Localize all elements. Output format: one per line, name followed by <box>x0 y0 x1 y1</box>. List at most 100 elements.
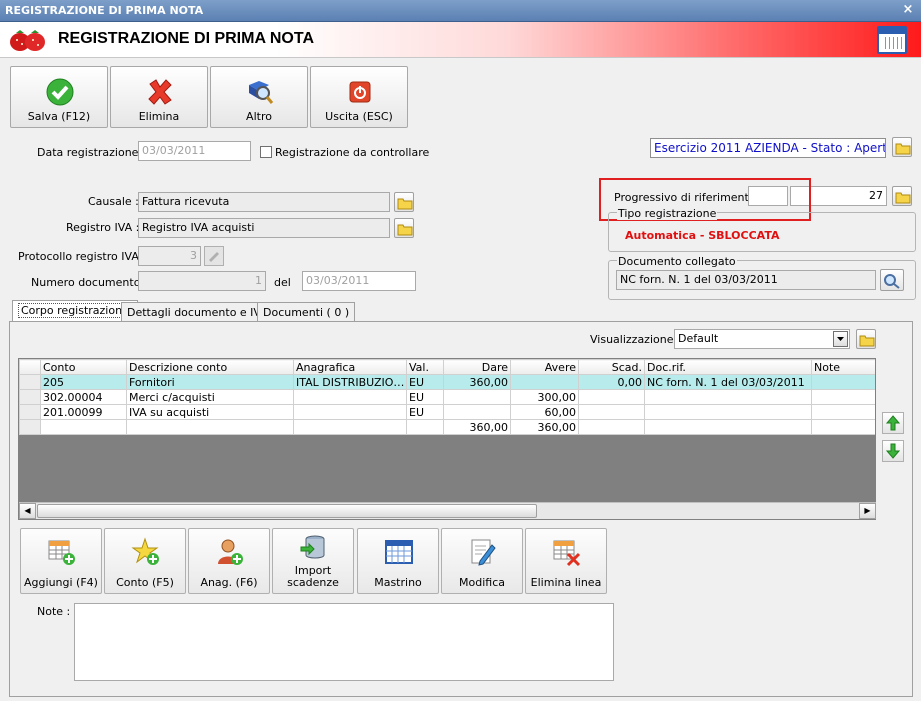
registro-iva-field[interactable]: Registro IVA acquisti <box>138 218 390 238</box>
causale-folder-button[interactable] <box>394 192 414 212</box>
table-cell[interactable] <box>443 389 511 405</box>
anag-button[interactable]: Anag. (F6) <box>188 528 270 594</box>
protocollo-edit-button[interactable] <box>204 246 224 266</box>
column-header[interactable]: Note <box>811 359 875 375</box>
scroll-right-icon[interactable]: ▶ <box>859 503 876 519</box>
modifica-label: Modifica <box>459 576 505 589</box>
table-cell[interactable]: NC forn. N. 1 del 03/03/2011 <box>644 374 812 390</box>
da-controllare-checkbox[interactable] <box>260 146 272 158</box>
table-cell[interactable] <box>578 404 645 420</box>
column-header[interactable]: Avere <box>510 359 579 375</box>
scroll-thumb[interactable] <box>37 504 537 518</box>
edit-icon <box>209 252 219 262</box>
table-cell[interactable]: Merci c/acquisti <box>126 389 294 405</box>
table-cell[interactable] <box>811 389 875 405</box>
table-cell[interactable]: 302.00004 <box>40 389 127 405</box>
table-totals-row: 360,00 360,00 <box>19 419 875 435</box>
row-selector-header <box>19 359 41 375</box>
table-cell[interactable]: 205 <box>40 374 127 390</box>
column-header[interactable]: Doc.rif. <box>644 359 812 375</box>
visualizzazione-folder-button[interactable] <box>856 329 876 349</box>
tab-documenti[interactable]: Documenti ( 0 ) <box>257 302 356 322</box>
table-cell[interactable] <box>578 389 645 405</box>
progressivo-folder-button[interactable] <box>892 186 912 206</box>
protocollo-field[interactable]: 3 <box>138 246 201 266</box>
table-cell[interactable]: Fornitori <box>126 374 294 390</box>
table-cell[interactable] <box>644 404 812 420</box>
table-cell[interactable]: 60,00 <box>510 404 579 420</box>
table-cell[interactable] <box>293 389 407 405</box>
column-header[interactable]: Descrizione conto <box>126 359 294 375</box>
table-cell[interactable]: ITAL DISTRIBUZIO… <box>293 374 407 390</box>
data-registrazione-field[interactable]: 03/03/2011 <box>138 141 251 161</box>
elimina-linea-label: Elimina linea <box>530 576 602 589</box>
visualizzazione-select[interactable]: Default <box>674 329 850 349</box>
table-cell[interactable]: IVA su acquisti <box>126 404 294 420</box>
move-up-button[interactable] <box>882 412 904 434</box>
folder-icon <box>397 224 413 236</box>
mastrino-label: Mastrino <box>374 576 422 589</box>
move-down-button[interactable] <box>882 440 904 462</box>
table-cell[interactable]: 300,00 <box>510 389 579 405</box>
import-scadenze-button[interactable]: Import scadenze <box>272 528 354 594</box>
table-cell[interactable]: EU <box>406 404 444 420</box>
delete-button[interactable]: Elimina <box>110 66 208 128</box>
table-cell <box>406 419 444 435</box>
tab-corpo-registrazione[interactable]: Corpo registrazione <box>12 300 138 323</box>
row-selector[interactable] <box>19 389 41 405</box>
documento-search-button[interactable] <box>880 269 904 291</box>
numero-documento-label: Numero documento : <box>31 276 148 289</box>
close-icon[interactable]: × <box>901 3 915 17</box>
numero-documento-field[interactable]: 1 <box>138 271 266 291</box>
column-header[interactable]: Val. <box>406 359 444 375</box>
table-row[interactable]: 302.00004 Merci c/acquisti EU 300,00 <box>19 389 875 405</box>
row-selector[interactable] <box>19 404 41 420</box>
mastrino-button[interactable]: Mastrino <box>357 528 439 594</box>
column-header[interactable]: Conto <box>40 359 127 375</box>
table-cell[interactable]: EU <box>406 389 444 405</box>
folder-icon <box>895 192 911 204</box>
table-cell[interactable]: 360,00 <box>443 374 511 390</box>
table-cell[interactable]: 0,00 <box>578 374 645 390</box>
causale-label: Causale : <box>88 195 139 208</box>
add-row-button[interactable]: Aggiungi (F4) <box>20 528 102 594</box>
anag-label: Anag. (F6) <box>200 576 258 589</box>
documento-collegato-field[interactable]: NC forn. N. 1 del 03/03/2011 <box>616 270 876 290</box>
table-cell[interactable]: EU <box>406 374 444 390</box>
esercizio-folder-button[interactable] <box>892 137 912 157</box>
table-row[interactable]: 201.00099 IVA su acquisti EU 60,00 <box>19 404 875 420</box>
calendar-icon[interactable] <box>877 26 907 54</box>
table-header-row: Conto Descrizione conto Anagrafica Val. … <box>19 359 875 375</box>
exit-button[interactable]: Uscita (ESC) <box>310 66 408 128</box>
table-cell[interactable] <box>443 404 511 420</box>
chevron-down-icon[interactable] <box>833 331 848 347</box>
table-cell[interactable] <box>644 389 812 405</box>
other-button[interactable]: Altro <box>210 66 308 128</box>
search-book-icon <box>249 81 274 104</box>
scroll-left-icon[interactable]: ◀ <box>19 503 36 519</box>
table-cell[interactable] <box>293 404 407 420</box>
column-header[interactable]: Scad. <box>578 359 645 375</box>
note-textarea[interactable] <box>74 603 614 681</box>
tipo-registrazione-value: Automatica - SBLOCCATA <box>625 229 780 242</box>
table-cell: 360,00 <box>510 419 579 435</box>
table-cell[interactable] <box>510 374 579 390</box>
row-selector[interactable] <box>19 374 41 390</box>
column-header[interactable]: Dare <box>443 359 511 375</box>
horizontal-scrollbar[interactable]: ◀ ▶ <box>19 502 876 519</box>
causale-field[interactable]: Fattura ricevuta <box>138 192 390 212</box>
power-icon <box>349 81 371 103</box>
elimina-linea-button[interactable]: Elimina linea <box>525 528 607 594</box>
table-cell[interactable] <box>811 404 875 420</box>
table-cell[interactable] <box>811 374 875 390</box>
registro-folder-button[interactable] <box>394 218 414 238</box>
entries-grid[interactable]: Conto Descrizione conto Anagrafica Val. … <box>18 358 876 520</box>
table-row[interactable]: 205 Fornitori ITAL DISTRIBUZIO… EU 360,0… <box>19 374 875 390</box>
table-cell[interactable]: 201.00099 <box>40 404 127 420</box>
save-button[interactable]: Salva (F12) <box>10 66 108 128</box>
conto-button[interactable]: Conto (F5) <box>104 528 186 594</box>
modifica-button[interactable]: Modifica <box>441 528 523 594</box>
column-header[interactable]: Anagrafica <box>293 359 407 375</box>
del-date-field[interactable]: 03/03/2011 <box>302 271 416 291</box>
tab-dettagli-documento[interactable]: Dettagli documento e IVA <box>121 302 274 322</box>
